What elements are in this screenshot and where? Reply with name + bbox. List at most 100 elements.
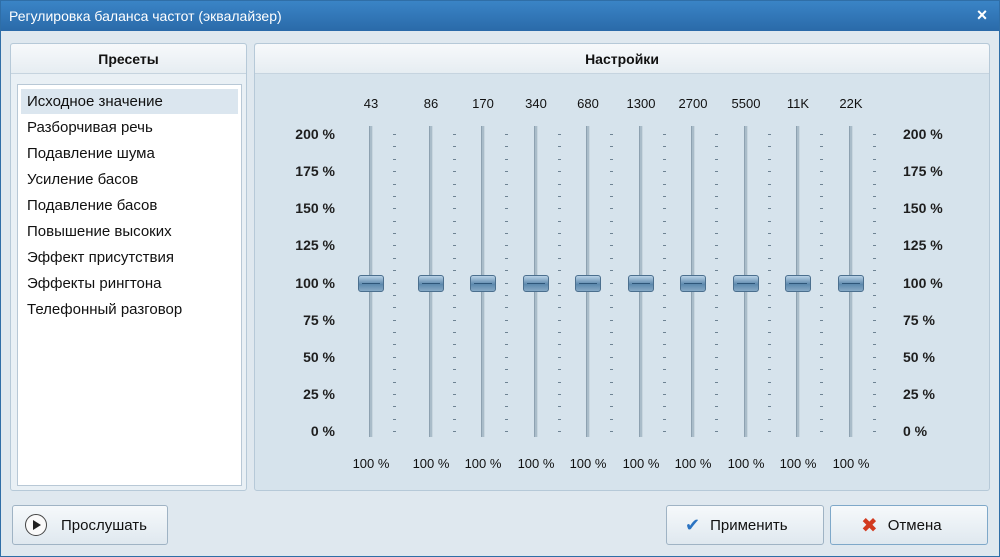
slider-tick xyxy=(558,208,561,210)
level-label-left: 200 % xyxy=(295,126,335,142)
cancel-button-label: Отмена xyxy=(887,516,942,534)
slider-tick xyxy=(610,245,613,247)
close-icon[interactable]: × xyxy=(973,5,991,25)
slider-tick xyxy=(505,319,508,321)
preset-item[interactable]: Разборчивая речь xyxy=(21,115,238,140)
slider-tick xyxy=(558,146,561,148)
apply-button[interactable]: ✔ Применить xyxy=(666,505,824,545)
band-frequency: 2700 xyxy=(678,96,708,111)
slider-tick xyxy=(873,171,876,173)
window-title: Регулировка баланса частот (эквалайзер) xyxy=(9,8,282,24)
slider-tick xyxy=(505,393,508,395)
equalizer-dialog: Регулировка баланса частот (эквалайзер) … xyxy=(0,0,1000,557)
slider-tick xyxy=(873,220,876,222)
slider-tick xyxy=(505,158,508,160)
slider-tick xyxy=(505,146,508,148)
slider-tick xyxy=(820,195,823,197)
slider-tick xyxy=(610,270,613,272)
slider-thumb[interactable] xyxy=(470,274,496,292)
slider-tick xyxy=(768,319,771,321)
preset-item[interactable]: Телефонный разговор xyxy=(21,297,238,322)
slider-thumb[interactable] xyxy=(680,274,706,292)
slider-tick xyxy=(558,393,561,395)
slider-tick xyxy=(393,257,396,259)
preset-item[interactable]: Подавление басов xyxy=(21,193,238,218)
slider-tick xyxy=(453,307,456,309)
slider-tick xyxy=(558,418,561,420)
slider-tick xyxy=(453,146,456,148)
listen-button[interactable]: Прослушать xyxy=(12,505,168,545)
slider-thumb[interactable] xyxy=(575,274,601,292)
slider-tick xyxy=(768,356,771,358)
x-icon: ✖ xyxy=(861,514,878,537)
slider-thumb[interactable] xyxy=(785,274,811,292)
band-value: 100 % xyxy=(464,456,502,471)
slider-tick xyxy=(768,369,771,371)
slider-tick xyxy=(873,431,876,432)
slider-tick xyxy=(820,431,823,432)
slider-tick xyxy=(393,171,396,173)
slider-thumb[interactable] xyxy=(523,274,549,292)
slider-tick xyxy=(820,220,823,222)
slider-tick xyxy=(610,171,613,173)
preset-item[interactable]: Подавление шума xyxy=(21,141,238,166)
preset-item[interactable]: Эффект присутствия xyxy=(21,245,238,270)
level-label-right: 75 % xyxy=(903,311,935,328)
slider-tick xyxy=(663,146,666,148)
slider-tick xyxy=(873,406,876,408)
slider-tick xyxy=(820,381,823,383)
slider-tick xyxy=(505,344,508,346)
slider-thumb[interactable] xyxy=(418,274,444,292)
preset-list[interactable]: Исходное значение Разборчивая речь Подавле… xyxy=(17,84,242,486)
slider-tick xyxy=(505,245,508,247)
cancel-button[interactable]: ✖ Отмена xyxy=(830,505,988,545)
level-label-right: 0 % xyxy=(903,423,928,439)
level-label-right: 200 % xyxy=(903,126,943,142)
slider-tick xyxy=(453,208,456,210)
slider-tick xyxy=(505,270,508,272)
level-label-right: 150 % xyxy=(903,200,943,217)
slider-tick xyxy=(873,233,876,234)
preset-item[interactable]: Повышение высоких xyxy=(21,219,238,244)
slider-tick xyxy=(505,406,508,408)
slider-tick xyxy=(820,332,823,333)
slider-tick xyxy=(873,195,876,197)
slider-tick xyxy=(558,183,561,185)
slider-tick xyxy=(715,195,718,197)
level-label-right: 125 % xyxy=(903,237,943,254)
slider-tick xyxy=(768,257,771,259)
slider-tick xyxy=(393,134,396,135)
band-value: 100 % xyxy=(569,456,607,471)
slider-tick xyxy=(663,183,666,185)
slider-tick xyxy=(820,393,823,395)
preset-item[interactable]: Эффекты рингтона xyxy=(21,271,238,296)
slider-tick xyxy=(768,393,771,395)
slider-tick xyxy=(453,171,456,173)
slider-tick xyxy=(610,282,613,284)
slider-tick xyxy=(558,406,561,408)
slider-tick xyxy=(393,282,396,284)
slider-tick xyxy=(873,257,876,259)
slider-tick xyxy=(558,220,561,222)
slider-tick xyxy=(663,332,666,333)
slider-tick xyxy=(453,319,456,321)
slider-tick xyxy=(873,418,876,420)
slider-tick xyxy=(873,369,876,371)
preset-item[interactable]: Усиление басов xyxy=(21,167,238,192)
slider-tick xyxy=(820,183,823,185)
slider-thumb[interactable] xyxy=(628,274,654,292)
band-frequency: 22K xyxy=(839,96,863,111)
slider-tick xyxy=(453,257,456,259)
slider-thumb[interactable] xyxy=(358,274,384,292)
slider-thumb[interactable] xyxy=(733,274,759,292)
slider-tick xyxy=(820,158,823,160)
slider-tick xyxy=(558,158,561,160)
preset-item[interactable]: Исходное значение xyxy=(21,89,238,114)
slider-tick xyxy=(558,307,561,309)
slider-tick xyxy=(663,418,666,420)
slider-tick xyxy=(873,134,876,135)
band-frequency: 43 xyxy=(363,96,379,111)
slider-thumb[interactable] xyxy=(838,274,864,292)
slider-tick xyxy=(558,282,561,284)
slider-tick xyxy=(453,294,456,296)
